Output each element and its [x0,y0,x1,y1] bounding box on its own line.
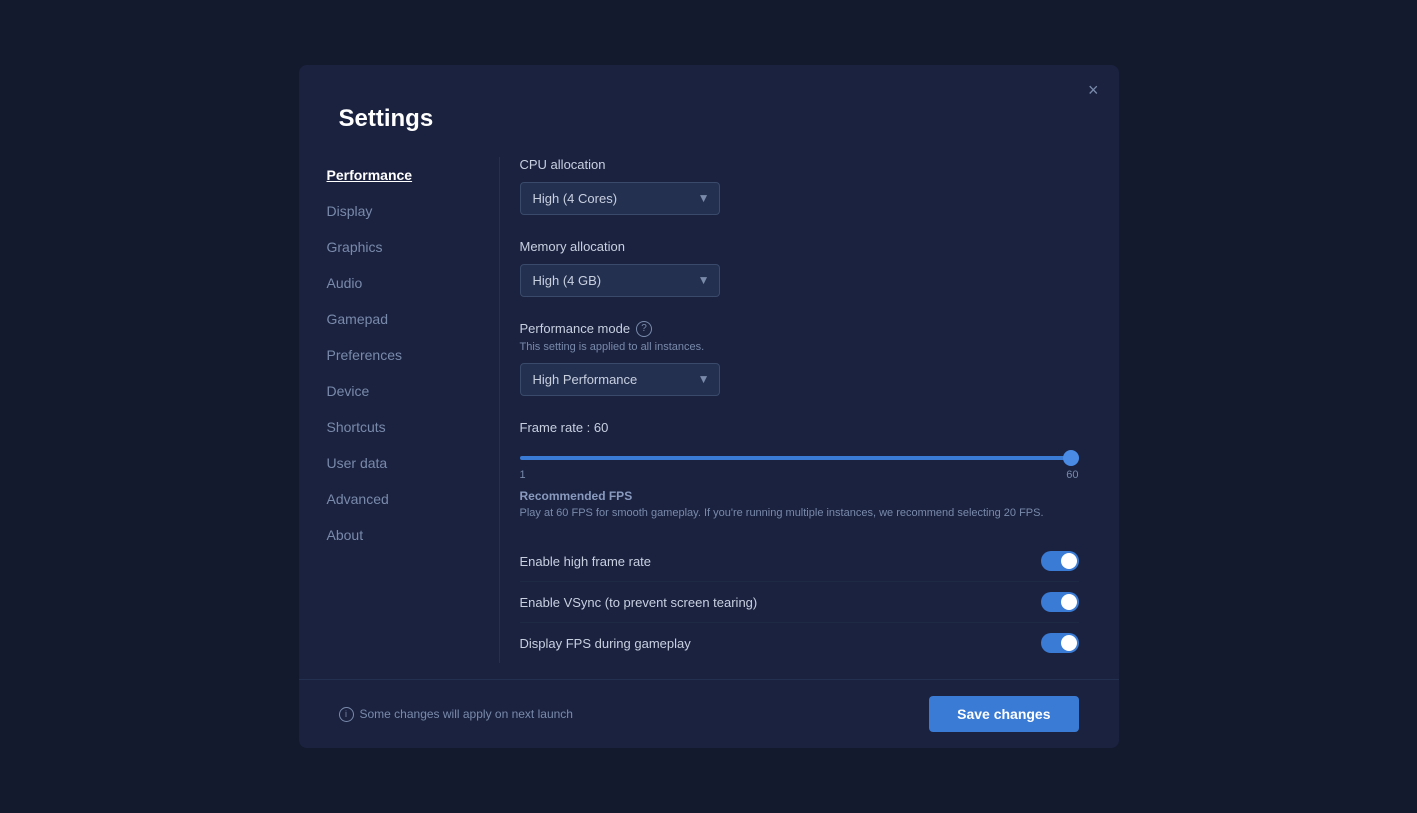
toggles-container: Enable high frame rate Enable VSync (to p… [520,541,1079,663]
dialog-body: PerformanceDisplayGraphicsAudioGamepadPr… [299,157,1119,664]
performance-mode-label-row: Performance mode ? [520,321,1079,337]
memory-allocation-label: Memory allocation [520,239,1079,254]
frame-rate-label: Frame rate : 60 [520,420,1079,435]
slider-max-label: 60 [1066,469,1078,481]
memory-allocation-section: Memory allocation High (4 GB) ▼ [520,239,1079,297]
toggle-label-display-fps: Display FPS during gameplay [520,636,691,651]
fps-hint-title: Recommended FPS [520,489,1079,503]
sidebar-item-audio[interactable]: Audio [319,265,479,301]
sidebar-item-graphics[interactable]: Graphics [319,229,479,265]
sidebar-item-shortcuts[interactable]: Shortcuts [319,409,479,445]
save-changes-button[interactable]: Save changes [929,696,1078,732]
sidebar-item-display[interactable]: Display [319,193,479,229]
sidebar-item-preferences[interactable]: Preferences [319,337,479,373]
sidebar: PerformanceDisplayGraphicsAudioGamepadPr… [299,157,499,664]
performance-mode-subtext: This setting is applied to all instances… [520,341,1079,353]
performance-mode-section: Performance mode ? This setting is appli… [520,321,1079,396]
sidebar-item-performance[interactable]: Performance [319,157,479,193]
toggle-display-fps[interactable] [1041,633,1079,653]
sidebar-item-advanced[interactable]: Advanced [319,481,479,517]
toggle-label-vsync: Enable VSync (to prevent screen tearing) [520,595,758,610]
sidebar-item-device[interactable]: Device [319,373,479,409]
footer-info-text: Some changes will apply on next launch [360,707,573,721]
close-button[interactable]: × [1088,81,1099,99]
toggle-high-frame-rate[interactable] [1041,551,1079,571]
cpu-allocation-label: CPU allocation [520,157,1079,172]
main-content: CPU allocation High (4 Cores) ▼ Memory a… [499,157,1119,664]
cpu-allocation-select-wrapper: High (4 Cores) ▼ [520,182,720,215]
performance-mode-select[interactable]: High Performance [520,363,720,396]
frame-rate-slider-container [520,447,1079,465]
sidebar-item-gamepad[interactable]: Gamepad [319,301,479,337]
toggle-row-vsync: Enable VSync (to prevent screen tearing) [520,582,1079,623]
settings-dialog: × Settings PerformanceDisplayGraphicsAud… [299,65,1119,749]
toggle-label-high-frame-rate: Enable high frame rate [520,554,652,569]
frame-rate-slider[interactable] [520,456,1079,460]
toggle-vsync[interactable] [1041,592,1079,612]
fps-hint: Recommended FPS Play at 60 FPS for smoot… [520,489,1079,522]
frame-rate-section: Frame rate : 60 1 60 Recommended FPS Pla… [520,420,1079,522]
fps-hint-text: Play at 60 FPS for smooth gameplay. If y… [520,505,1079,522]
cpu-allocation-select[interactable]: High (4 Cores) [520,182,720,215]
toggle-row-high-frame-rate: Enable high frame rate [520,541,1079,582]
slider-range: 1 60 [520,469,1079,481]
sidebar-item-about[interactable]: About [319,517,479,553]
sidebar-item-user-data[interactable]: User data [319,445,479,481]
toggle-row-display-fps: Display FPS during gameplay [520,623,1079,663]
dialog-title: Settings [299,105,1119,157]
memory-allocation-select-wrapper: High (4 GB) ▼ [520,264,720,297]
dialog-footer: i Some changes will apply on next launch… [299,679,1119,748]
cpu-allocation-section: CPU allocation High (4 Cores) ▼ [520,157,1079,215]
performance-mode-help-icon[interactable]: ? [636,321,652,337]
memory-allocation-select[interactable]: High (4 GB) [520,264,720,297]
performance-mode-select-wrapper: High Performance ▼ [520,363,720,396]
footer-info: i Some changes will apply on next launch [339,707,573,722]
footer-info-icon: i [339,707,354,722]
slider-min-label: 1 [520,469,526,481]
performance-mode-label-text: Performance mode [520,321,631,336]
